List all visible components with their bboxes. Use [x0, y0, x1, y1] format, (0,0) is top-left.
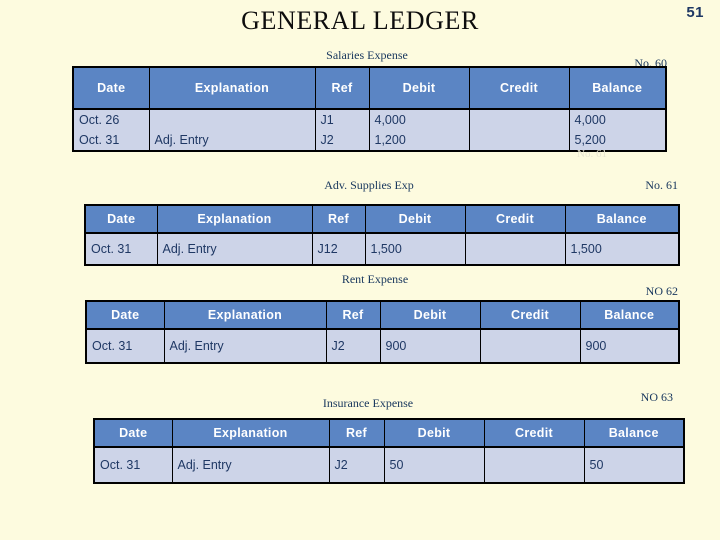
cell-date: Oct. 31: [84, 232, 158, 266]
cell-ref: J2: [328, 446, 385, 484]
cell-date: Oct. 31: [93, 446, 173, 484]
column-header-credit: Credit: [479, 300, 581, 330]
column-header-explanation: Explanation: [163, 300, 327, 330]
cell-debit: 1,200: [368, 130, 470, 152]
cell-explanation: Adj. Entry: [171, 446, 330, 484]
account-number-2: NO 62: [645, 284, 678, 298]
cell-balance: 50: [583, 446, 685, 484]
account-number-1: No. 61: [645, 178, 678, 192]
account-title-3: Insurance Expense: [322, 396, 414, 410]
cell-ref: J12: [311, 232, 366, 266]
ledger-table-salaries-expense: Date Explanation Ref Debit Credit Balanc…: [72, 66, 667, 152]
column-header-credit: Credit: [468, 66, 570, 110]
column-header-explanation: Explanation: [156, 204, 313, 234]
table-header-row: Date Explanation Ref Debit Credit Balanc…: [84, 204, 680, 234]
cell-debit: 4,000: [368, 108, 470, 130]
column-header-credit: Credit: [464, 204, 566, 234]
account-title-0: Salaries Expense: [326, 48, 408, 62]
column-header-balance: Balance: [568, 66, 667, 110]
cell-explanation: Adj. Entry: [163, 328, 327, 364]
column-header-debit: Debit: [364, 204, 466, 234]
column-header-balance: Balance: [579, 300, 680, 330]
page-title: GENERAL LEDGER: [241, 6, 479, 35]
column-header-date: Date: [93, 418, 173, 448]
cell-credit: [483, 446, 585, 484]
column-header-balance: Balance: [564, 204, 680, 234]
account-title-2: Rent Expense: [341, 272, 409, 286]
column-header-ref: Ref: [328, 418, 385, 448]
account-title-1: Adv. Supplies Exp: [324, 178, 414, 192]
column-header-date: Date: [84, 204, 158, 234]
table-header-row: Date Explanation Ref Debit Credit Balanc…: [85, 300, 680, 330]
cell-explanation: Adj. Entry: [148, 130, 316, 152]
ledger-table-rent-expense: Date Explanation Ref Debit Credit Balanc…: [85, 300, 680, 364]
cell-balance: 4,000: [568, 108, 667, 130]
column-header-ref: Ref: [325, 300, 381, 330]
cell-credit: [468, 130, 570, 152]
column-header-date: Date: [85, 300, 165, 330]
column-header-credit: Credit: [483, 418, 585, 448]
cell-ref: J2: [314, 130, 370, 152]
column-header-explanation: Explanation: [148, 66, 316, 110]
cell-date: Oct. 26: [72, 108, 150, 130]
column-header-date: Date: [72, 66, 150, 110]
slide-canvas: 51 GENERAL LEDGER Salaries Expense No. 6…: [0, 0, 720, 540]
cell-ref: J1: [314, 108, 370, 130]
table-header-row: Date Explanation Ref Debit Credit Balanc…: [72, 66, 667, 110]
cell-ref: J2: [325, 328, 381, 364]
ledger-table-adv-supplies-exp: Date Explanation Ref Debit Credit Balanc…: [84, 204, 680, 266]
ledger-table-insurance-expense: Date Explanation Ref Debit Credit Balanc…: [93, 418, 685, 484]
table-row: Oct. 31 Adj. Entry J12 1,500 1,500: [84, 232, 680, 266]
table-header-row: Date Explanation Ref Debit Credit Balanc…: [93, 418, 685, 448]
column-header-balance: Balance: [583, 418, 685, 448]
table-row: Oct. 31 Adj. Entry J2 50 50: [93, 446, 685, 484]
column-header-debit: Debit: [383, 418, 485, 448]
cell-debit: 1,500: [364, 232, 466, 266]
column-header-debit: Debit: [379, 300, 481, 330]
cell-explanation: [148, 108, 316, 130]
column-header-ref: Ref: [311, 204, 366, 234]
cell-credit: [468, 108, 570, 130]
account-number-3: NO 63: [640, 390, 673, 404]
cell-credit: [464, 232, 566, 266]
cell-debit: 50: [383, 446, 485, 484]
cell-date: Oct. 31: [85, 328, 165, 364]
cell-balance: 1,500: [564, 232, 680, 266]
column-header-debit: Debit: [368, 66, 470, 110]
table-row: Oct. 26 J1 4,000 4,000: [72, 108, 667, 130]
cell-date: Oct. 31: [72, 130, 150, 152]
cell-explanation: Adj. Entry: [156, 232, 313, 266]
table-row: Oct. 31 Adj. Entry J2 900 900: [85, 328, 680, 364]
cell-debit: 900: [379, 328, 481, 364]
column-header-ref: Ref: [314, 66, 370, 110]
clipped-account-number-artifact: No. 61: [577, 148, 607, 160]
column-header-explanation: Explanation: [171, 418, 330, 448]
cell-credit: [479, 328, 581, 364]
cell-balance: 900: [579, 328, 680, 364]
